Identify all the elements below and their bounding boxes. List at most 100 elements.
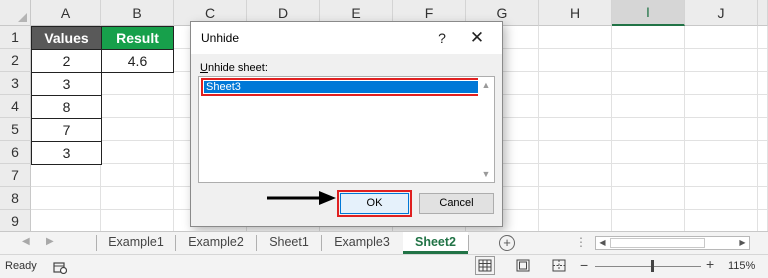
grid-cell[interactable]: [612, 95, 685, 118]
row-header-1[interactable]: 1: [0, 26, 31, 49]
grid-cell[interactable]: [612, 210, 685, 233]
cell-a5[interactable]: 7: [31, 119, 102, 142]
grid-cell[interactable]: [539, 49, 612, 72]
scroll-thumb[interactable]: [610, 238, 705, 248]
grid-cell[interactable]: [539, 210, 612, 233]
grid-cell[interactable]: [539, 118, 612, 141]
grid-cell[interactable]: [758, 210, 768, 233]
list-scrollbar[interactable]: ▲ ▼: [478, 77, 494, 182]
grid-cell[interactable]: [612, 164, 685, 187]
cell-a1[interactable]: Values: [31, 26, 102, 50]
help-button[interactable]: ?: [431, 28, 453, 48]
row-header-9[interactable]: 9: [0, 210, 31, 233]
grid-cell[interactable]: [685, 187, 758, 210]
grid-cell[interactable]: [685, 164, 758, 187]
grid-cell[interactable]: [612, 118, 685, 141]
cell-b1[interactable]: Result: [101, 26, 174, 50]
scroll-up-icon[interactable]: ▲: [478, 77, 494, 93]
dialog-titlebar[interactable]: Unhide ? ✕: [191, 22, 502, 54]
cell-a4[interactable]: 8: [31, 96, 102, 119]
grid-cell[interactable]: [539, 164, 612, 187]
grid-cell[interactable]: [101, 210, 174, 233]
tab-example1[interactable]: Example1: [97, 232, 175, 254]
grid-cell[interactable]: [758, 49, 768, 72]
grid-cell[interactable]: [758, 141, 768, 164]
row-header-4[interactable]: 4: [0, 95, 31, 118]
grid-cell[interactable]: [101, 95, 174, 118]
row-header-6[interactable]: 6: [0, 141, 31, 164]
horizontal-scrollbar[interactable]: ◀ ▶: [595, 236, 750, 250]
grid-cell[interactable]: [758, 95, 768, 118]
grid-cell[interactable]: [758, 118, 768, 141]
macro-recording-icon[interactable]: [53, 261, 67, 274]
row-header-8[interactable]: 8: [0, 187, 31, 210]
tab-scroll-left-icon[interactable]: ◀: [22, 236, 30, 247]
grid-cell[interactable]: [612, 49, 685, 72]
column-header-a[interactable]: A: [31, 0, 101, 26]
select-all-corner[interactable]: [0, 0, 31, 26]
cancel-button[interactable]: Cancel: [419, 193, 494, 214]
more-options-icon[interactable]: ⋮: [575, 235, 587, 249]
page-break-view-icon[interactable]: [552, 259, 566, 272]
grid-cell[interactable]: [685, 210, 758, 233]
tab-scroll-right-icon[interactable]: ▶: [46, 236, 54, 247]
scroll-down-icon[interactable]: ▼: [478, 166, 494, 182]
column-header-b[interactable]: B: [101, 0, 174, 26]
grid-cell[interactable]: [101, 164, 174, 187]
grid-cell[interactable]: [685, 118, 758, 141]
grid-cell[interactable]: [101, 141, 174, 164]
add-sheet-icon[interactable]: +: [499, 235, 515, 251]
scroll-right-icon[interactable]: ▶: [736, 237, 749, 249]
column-header-j[interactable]: J: [685, 0, 758, 26]
grid-cell[interactable]: [685, 95, 758, 118]
cell-b2[interactable]: 4.6: [101, 50, 174, 73]
grid-cell[interactable]: [758, 187, 768, 210]
tab-sheet2[interactable]: Sheet2: [403, 232, 468, 254]
row-header-5[interactable]: 5: [0, 118, 31, 141]
column-header-i[interactable]: I: [612, 0, 685, 26]
grid-cell[interactable]: [612, 187, 685, 210]
grid-cell[interactable]: [612, 72, 685, 95]
sheet-listbox[interactable]: Sheet3 ▲ ▼: [198, 76, 495, 183]
grid-cell[interactable]: [31, 164, 101, 187]
grid-cell[interactable]: [539, 95, 612, 118]
zoom-slider-thumb[interactable]: [651, 260, 654, 272]
grid-cell[interactable]: [612, 141, 685, 164]
grid-cell[interactable]: [539, 26, 612, 49]
grid-cell[interactable]: [539, 187, 612, 210]
grid-cell[interactable]: [539, 72, 612, 95]
tab-example2[interactable]: Example2: [176, 232, 256, 254]
row-header-3[interactable]: 3: [0, 72, 31, 95]
grid-cell[interactable]: [101, 118, 174, 141]
zoom-slider[interactable]: [595, 266, 701, 267]
normal-view-icon[interactable]: [475, 256, 495, 275]
tab-sheet1[interactable]: Sheet1: [257, 232, 321, 254]
list-item-sheet3[interactable]: Sheet3: [204, 81, 479, 93]
grid-cell[interactable]: [612, 26, 685, 49]
grid-cell[interactable]: [758, 164, 768, 187]
ok-button[interactable]: OK: [340, 193, 409, 214]
tab-example3[interactable]: Example3: [322, 232, 402, 254]
grid-cell[interactable]: [31, 210, 101, 233]
grid-cell[interactable]: [685, 72, 758, 95]
grid-cell[interactable]: [758, 26, 768, 49]
page-layout-view-icon[interactable]: [516, 259, 530, 272]
scroll-left-icon[interactable]: ◀: [596, 237, 609, 249]
zoom-out-button[interactable]: −: [580, 257, 588, 273]
row-header-7[interactable]: 7: [0, 164, 31, 187]
cell-a6[interactable]: 3: [31, 142, 102, 165]
grid-cell[interactable]: [758, 72, 768, 95]
grid-cell[interactable]: [31, 187, 101, 210]
grid-cell[interactable]: [101, 72, 174, 95]
close-button[interactable]: ✕: [464, 28, 490, 48]
cell-a3[interactable]: 3: [31, 73, 102, 96]
grid-cell[interactable]: [685, 26, 758, 49]
zoom-level[interactable]: 115%: [728, 260, 755, 272]
grid-cell[interactable]: [685, 49, 758, 72]
grid-cell[interactable]: [539, 141, 612, 164]
cell-a2[interactable]: 2: [31, 50, 102, 73]
row-header-2[interactable]: 2: [0, 49, 31, 72]
grid-cell[interactable]: [101, 187, 174, 210]
column-header-h[interactable]: H: [539, 0, 612, 26]
zoom-in-button[interactable]: +: [706, 256, 714, 272]
